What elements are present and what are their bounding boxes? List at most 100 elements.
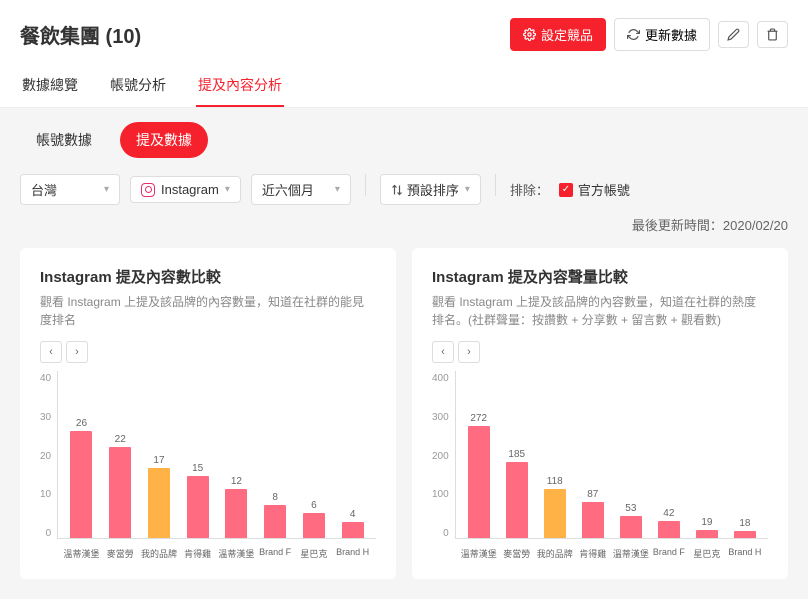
x-label: 星巴克 (295, 547, 333, 560)
bar-2[interactable]: 17 (140, 455, 178, 538)
bar-4[interactable]: 12 (217, 476, 255, 539)
tab-0[interactable]: 數據總覽 (20, 65, 80, 107)
chart-next-button[interactable]: › (458, 341, 480, 363)
x-label: 溫蒂漢堡 (217, 547, 255, 560)
settings-competitor-button[interactable]: 設定競品 (510, 18, 606, 51)
exclude-label: 排除： (510, 180, 549, 199)
delete-button[interactable] (757, 21, 788, 48)
bar-1[interactable]: 185 (498, 449, 536, 538)
x-label: 我的品牌 (140, 547, 178, 560)
bar-2[interactable]: 118 (536, 476, 574, 538)
chart-prev-button[interactable]: ‹ (432, 341, 454, 363)
bar-rect (734, 531, 756, 538)
region-select[interactable]: 台灣 ▾ (20, 174, 120, 205)
y-tick: 200 (432, 451, 449, 462)
bar-rect (303, 513, 325, 538)
sort-select[interactable]: 預設排序 ▾ (380, 174, 481, 205)
period-select[interactable]: 近六個月 ▾ (251, 174, 351, 205)
pencil-icon (727, 28, 740, 41)
chart-next-button[interactable]: › (66, 341, 88, 363)
bar-rect (658, 521, 680, 538)
bar-5[interactable]: 42 (650, 508, 688, 538)
platform-select[interactable]: Instagram ▾ (130, 176, 241, 203)
bar-value: 17 (153, 455, 164, 466)
refresh-data-button[interactable]: 更新數據 (614, 18, 710, 51)
plot-area: 2721851188753421918 溫蒂漢堡麥當勞我的品牌肯得雞溫蒂漢堡Br… (455, 371, 768, 539)
x-label: 溫蒂漢堡 (460, 547, 498, 560)
last-update: 最後更新時間：2020/02/20 (632, 215, 788, 234)
region-value: 台灣 (31, 180, 57, 199)
bar-value: 118 (547, 476, 563, 487)
edit-button[interactable] (718, 21, 749, 48)
refresh-icon (627, 28, 640, 41)
chart-prev-button[interactable]: ‹ (40, 341, 62, 363)
y-tick: 10 (40, 489, 51, 500)
gear-icon (523, 28, 536, 41)
bar-value: 87 (587, 489, 598, 500)
chevron-down-icon: ▾ (104, 184, 109, 195)
tab-2[interactable]: 提及內容分析 (196, 65, 284, 107)
card-desc: 觀看 Instagram 上提及該品牌的內容數量，知道在社群的能見度排名 (40, 293, 376, 329)
checkbox-checked-icon: ✓ (559, 183, 573, 197)
y-tick: 30 (40, 412, 51, 423)
x-label: 麥當勞 (101, 547, 139, 560)
bar-rect (620, 516, 642, 538)
x-label: 星巴克 (688, 547, 726, 560)
bar-value: 272 (470, 413, 487, 424)
bar-rect (109, 447, 131, 538)
bar-rect (187, 476, 209, 538)
trash-icon (766, 28, 779, 41)
exclude-official-label: 官方帳號 (578, 180, 630, 199)
bar-0[interactable]: 272 (460, 413, 498, 538)
bar-3[interactable]: 87 (574, 489, 612, 538)
y-tick: 40 (40, 373, 51, 384)
bar-7[interactable]: 4 (334, 509, 372, 539)
divider (495, 174, 496, 196)
x-label: 我的品牌 (536, 547, 574, 560)
chart-card-1: Instagram 提及內容聲量比較 觀看 Instagram 上提及該品牌的內… (412, 248, 788, 579)
bar-value: 8 (272, 492, 278, 503)
exclude-official-checkbox[interactable]: ✓ 官方帳號 (559, 180, 630, 199)
bar-5[interactable]: 8 (256, 492, 294, 538)
bar-rect (225, 489, 247, 539)
bar-value: 15 (192, 463, 203, 474)
y-tick: 0 (46, 528, 52, 539)
y-tick: 400 (432, 373, 449, 384)
divider (365, 174, 366, 196)
bar-rect (264, 505, 286, 538)
card-desc: 觀看 Instagram 上提及該品牌的內容數量，知道在社群的熱度排名。(社群聲… (432, 293, 768, 329)
bar-1[interactable]: 22 (101, 434, 139, 538)
filter-bar: 台灣 ▾ Instagram ▾ 近六個月 ▾ 預設排序 ▾ 排除： (20, 174, 788, 234)
bar-6[interactable]: 19 (688, 517, 726, 538)
bar-rect (582, 502, 604, 538)
bar-rect (468, 426, 490, 538)
last-update-value: 2020/02/20 (723, 218, 788, 233)
bar-value: 4 (350, 509, 356, 520)
sort-value: 預設排序 (407, 180, 459, 199)
tab-1[interactable]: 帳號分析 (108, 65, 168, 107)
refresh-button-label: 更新數據 (645, 25, 697, 44)
bar-value: 185 (508, 449, 525, 460)
bar-6[interactable]: 6 (295, 500, 333, 538)
y-axis: 403020100 (40, 371, 57, 561)
chevron-down-icon: ▾ (225, 184, 230, 195)
sort-icon (391, 184, 403, 196)
sub-tabs: 帳號數據提及數據 (20, 122, 788, 158)
card-title: Instagram 提及內容數比較 (40, 266, 376, 287)
sub-tab-0[interactable]: 帳號數據 (20, 122, 108, 158)
bar-7[interactable]: 18 (726, 518, 764, 538)
sub-tab-1[interactable]: 提及數據 (120, 122, 208, 158)
card-title: Instagram 提及內容聲量比較 (432, 266, 768, 287)
x-label: Brand F (256, 547, 294, 560)
x-label: 肯得雞 (574, 547, 612, 560)
bar-value: 42 (663, 508, 674, 519)
plot-area: 2622171512864 溫蒂漢堡麥當勞我的品牌肯得雞溫蒂漢堡Brand F星… (57, 371, 376, 539)
bar-value: 12 (231, 476, 242, 487)
y-tick: 300 (432, 412, 449, 423)
bar-4[interactable]: 53 (612, 503, 650, 538)
bar-3[interactable]: 15 (179, 463, 217, 538)
bar-rect (544, 489, 566, 538)
bar-value: 19 (701, 517, 712, 528)
bar-0[interactable]: 26 (62, 418, 100, 538)
bar-rect (342, 522, 364, 539)
